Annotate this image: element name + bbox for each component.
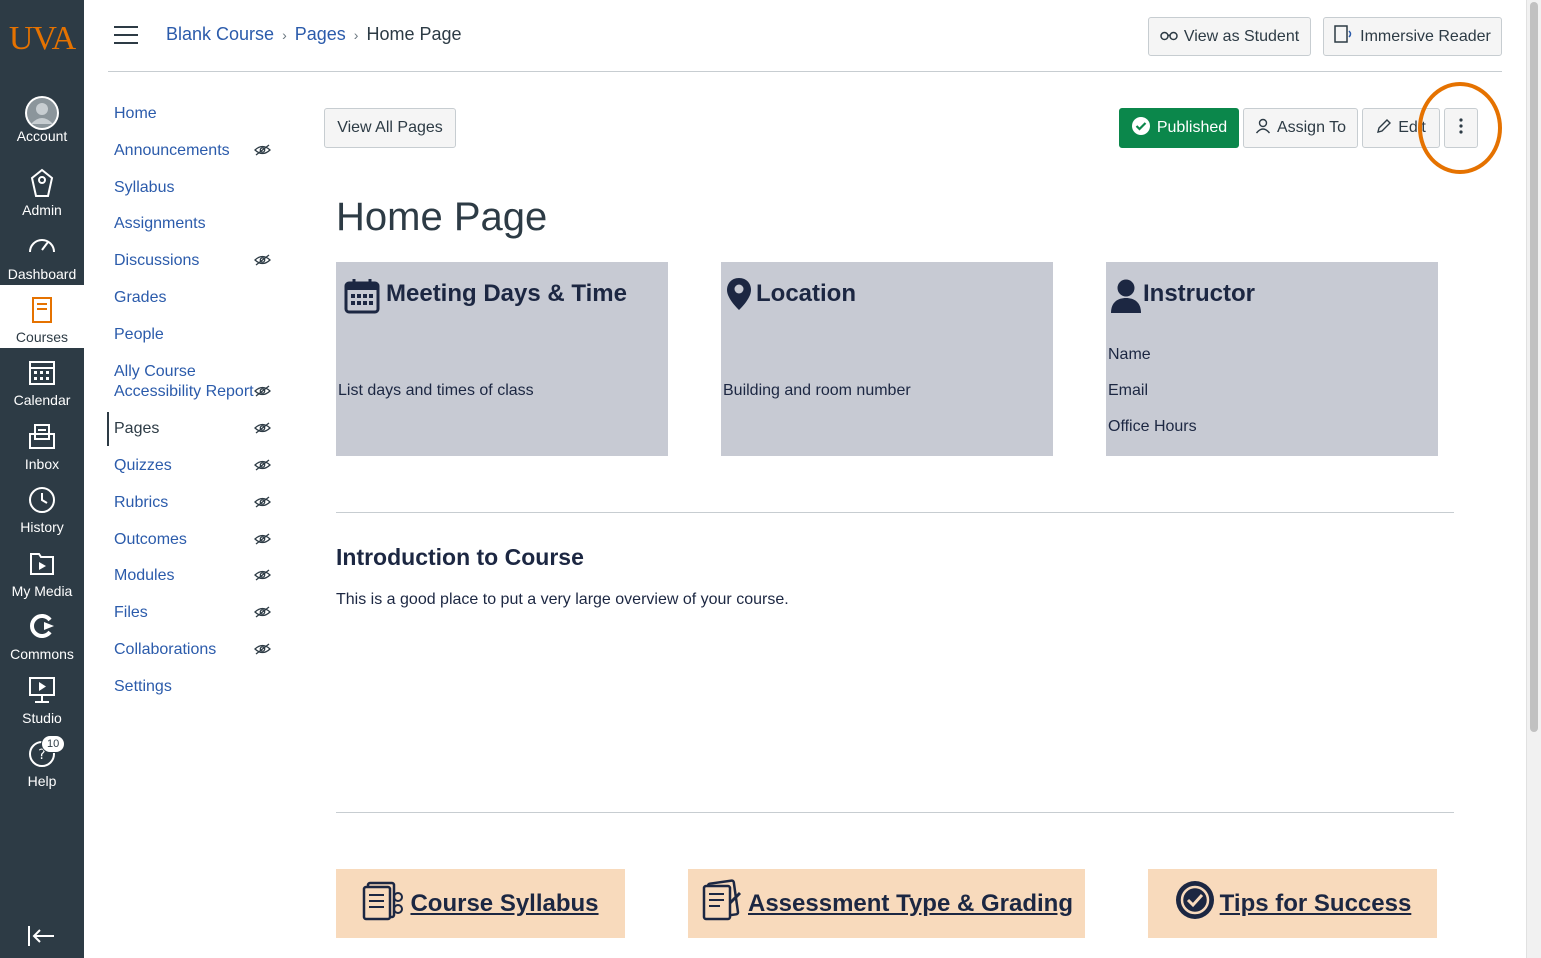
hidden-eye-icon (254, 458, 271, 471)
nav-commons[interactable]: Commons (0, 608, 84, 670)
intro-heading: Introduction to Course (336, 544, 584, 570)
nav-studio[interactable]: Studio (0, 672, 84, 734)
active-indicator (107, 412, 109, 446)
nav-inbox[interactable]: Inbox (0, 418, 84, 480)
view-as-student-button[interactable]: View as Student (1148, 17, 1311, 56)
inbox-icon (0, 418, 84, 456)
hidden-eye-icon (254, 495, 271, 508)
card-text-name: Name (1108, 346, 1151, 363)
immersive-reader-button[interactable]: Immersive Reader (1323, 17, 1502, 56)
course-nav-outcomes[interactable]: Outcomes (114, 530, 187, 550)
breadcrumb-current: Home Page (366, 24, 462, 44)
courses-icon (0, 291, 84, 329)
course-nav-assignments[interactable]: Assignments (114, 214, 206, 234)
nav-courses[interactable]: Courses (0, 285, 84, 348)
course-nav-rubrics[interactable]: Rubrics (114, 493, 168, 513)
course-syllabus-link[interactable]: Course Syllabus (336, 869, 625, 938)
breadcrumb-pages[interactable]: Pages (295, 24, 346, 44)
nav-help[interactable]: ? 10 Help (0, 735, 84, 797)
studio-icon (0, 672, 84, 710)
account-icon (0, 90, 84, 130)
nav-calendar[interactable]: Calendar (0, 354, 84, 416)
assessment-doc-icon (700, 879, 744, 928)
nav-account[interactable]: Account (0, 90, 84, 152)
history-icon (0, 481, 84, 519)
scrollbar-thumb[interactable] (1530, 2, 1538, 732)
breadcrumb-course[interactable]: Blank Course (166, 24, 274, 44)
immersive-reader-icon (1334, 25, 1354, 48)
hidden-eye-icon (254, 532, 271, 545)
person-icon (1255, 118, 1271, 139)
section-divider (336, 812, 1454, 813)
pencil-icon (1376, 118, 1392, 139)
instructor-card: Instructor Name Email Office Hours (1106, 262, 1438, 456)
commons-icon (0, 608, 84, 646)
help-badge: 10 (41, 735, 66, 753)
card-heading: Instructor (1143, 280, 1256, 307)
check-badge-icon (1174, 879, 1216, 928)
my-media-icon (0, 545, 84, 583)
card-heading: Location (756, 280, 856, 307)
card-text: List days and times of class (338, 382, 534, 399)
assessment-grading-link[interactable]: Assessment Type & Grading (688, 869, 1085, 938)
course-nav-ally-report[interactable]: Ally Course Accessibility Report (114, 362, 254, 402)
chevron-right-icon: › (353, 27, 359, 43)
course-nav-discussions[interactable]: Discussions (114, 251, 199, 271)
view-all-pages-button[interactable]: View All Pages (324, 108, 456, 148)
uva-logo[interactable]: UVA (0, 20, 84, 58)
card-heading: Meeting Days & Time (386, 280, 627, 307)
nav-dashboard[interactable]: Dashboard (0, 228, 84, 290)
course-nav-syllabus[interactable]: Syllabus (114, 178, 174, 198)
chevron-right-icon: › (282, 27, 287, 43)
card-text: Building and room number (723, 382, 911, 399)
course-nav-people[interactable]: People (114, 325, 164, 345)
collapse-nav-icon[interactable] (26, 922, 58, 950)
glasses-icon (1160, 28, 1178, 46)
intro-text: This is a good place to put a very large… (336, 591, 789, 608)
hidden-eye-icon (254, 605, 271, 618)
hidden-eye-icon (254, 253, 271, 266)
syllabus-doc-icon (362, 879, 406, 928)
hidden-eye-icon (254, 143, 271, 156)
person-icon (1110, 278, 1142, 319)
nav-history[interactable]: History (0, 481, 84, 543)
nav-my-media[interactable]: My Media (0, 545, 84, 607)
hidden-eye-icon (254, 568, 271, 581)
highlight-circle (1418, 82, 1502, 174)
dashboard-icon (0, 228, 84, 266)
course-nav-quizzes[interactable]: Quizzes (114, 456, 172, 476)
course-nav-files[interactable]: Files (114, 603, 148, 623)
header-divider (108, 71, 1502, 72)
meeting-days-card: Meeting Days & Time List days and times … (336, 262, 668, 456)
nav-admin[interactable]: Admin (0, 164, 84, 226)
course-nav-grades[interactable]: Grades (114, 288, 166, 308)
course-nav-modules[interactable]: Modules (114, 566, 174, 586)
course-nav-collaborations[interactable]: Collaborations (114, 640, 216, 660)
tips-for-success-link[interactable]: Tips for Success (1148, 869, 1437, 938)
hamburger-menu-icon[interactable] (114, 26, 138, 46)
admin-icon (0, 164, 84, 202)
page-scrollbar[interactable] (1526, 0, 1541, 958)
course-nav-settings[interactable]: Settings (114, 677, 172, 697)
check-circle-icon (1131, 116, 1151, 141)
assign-to-button[interactable]: Assign To (1243, 108, 1358, 148)
hidden-eye-icon (254, 421, 271, 434)
breadcrumb: Blank Course › Pages › Home Page (166, 24, 462, 45)
global-nav: UVA Account Admin Dashboard Courses Cale… (0, 0, 84, 958)
course-nav-pages[interactable]: Pages (114, 419, 159, 439)
map-pin-icon (726, 277, 752, 316)
hidden-eye-icon (254, 642, 271, 655)
card-text-email: Email (1108, 382, 1149, 399)
hidden-eye-icon (254, 384, 271, 397)
card-text-office-hours: Office Hours (1108, 418, 1197, 435)
location-card: Location Building and room number (721, 262, 1053, 456)
course-nav-home[interactable]: Home (114, 104, 157, 124)
calendar-icon (344, 278, 380, 319)
page-title: Home Page (336, 195, 548, 239)
calendar-icon (0, 354, 84, 392)
published-button[interactable]: Published (1119, 108, 1239, 148)
section-divider (336, 512, 1454, 513)
course-nav-announcements[interactable]: Announcements (114, 141, 230, 161)
